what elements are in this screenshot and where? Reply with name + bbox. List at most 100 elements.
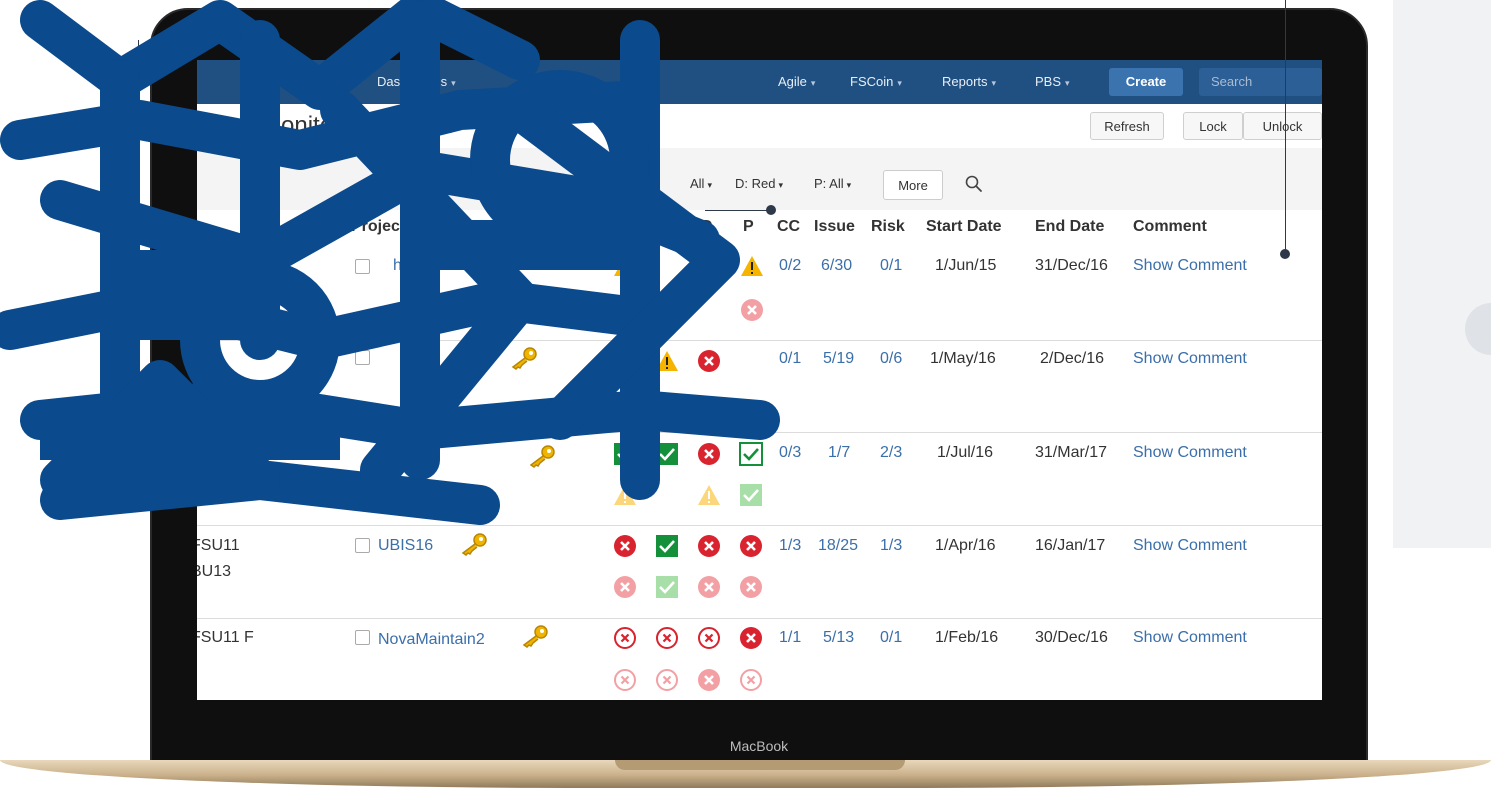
refresh-button[interactable]: Refresh bbox=[1090, 112, 1164, 140]
header-p[interactable]: P bbox=[743, 218, 754, 236]
error-icon bbox=[698, 669, 720, 691]
error-outline-icon bbox=[698, 627, 720, 649]
device-label: MacBook bbox=[729, 738, 789, 754]
create-button[interactable]: Create bbox=[1109, 68, 1183, 96]
chevron-down-icon: ▾ bbox=[810, 78, 816, 88]
nav-item-reports[interactable]: Reports ▾ bbox=[942, 60, 996, 104]
nav-item-fi20[interactable]: FI2.0 bbox=[325, 60, 355, 104]
header-comment[interactable]: Comment bbox=[1133, 218, 1207, 236]
issue-value[interactable]: 6/30 bbox=[821, 257, 852, 275]
lock-button[interactable]: Lock bbox=[1183, 112, 1243, 140]
check-icon bbox=[656, 443, 678, 465]
project-code-link[interactable]: NovaMaintain2 bbox=[378, 631, 485, 649]
show-comment-link[interactable]: Show Comment bbox=[1133, 537, 1247, 555]
chevron-down-icon: ▾ bbox=[1065, 78, 1070, 88]
error-outline-icon bbox=[740, 669, 762, 691]
issue-value[interactable]: 5/19 bbox=[823, 350, 854, 368]
cc-value[interactable]: 0/1 bbox=[779, 350, 801, 368]
header-issue[interactable]: Issue bbox=[814, 218, 855, 236]
side-panel bbox=[1393, 0, 1491, 548]
risk-value[interactable]: 0/1 bbox=[880, 629, 902, 647]
key-icon[interactable] bbox=[465, 252, 495, 276]
issue-value[interactable]: 1/7 bbox=[828, 444, 850, 462]
show-comment-link[interactable]: Show Comment bbox=[1133, 257, 1247, 275]
project-code-link[interactable]: west bbox=[457, 352, 490, 370]
filter-all[interactable]: All ▾ bbox=[690, 176, 712, 191]
show-comment-link[interactable]: Show Comment bbox=[1133, 444, 1247, 462]
nav-item-fscoin[interactable]: FSCoin ▾ bbox=[850, 60, 902, 104]
cc-value[interactable]: 0/3 bbox=[779, 444, 801, 462]
group-code: F bbox=[197, 352, 199, 370]
error-icon bbox=[740, 535, 762, 557]
more-button[interactable]: More bbox=[883, 170, 943, 200]
risk-value[interactable]: 1/3 bbox=[880, 537, 902, 555]
filter-d-red[interactable]: D: Red ▾ bbox=[735, 176, 783, 191]
row-divider bbox=[197, 340, 1322, 341]
error-outline-icon bbox=[614, 669, 636, 691]
show-comment-link[interactable]: Show Comment bbox=[1133, 629, 1247, 647]
header-d[interactable]: D bbox=[701, 218, 713, 236]
row-checkbox[interactable] bbox=[355, 350, 370, 365]
top-navbar: FI2.0 Dashboards ▾ Agile ▾ FSCoin ▾ Reports… bbox=[197, 60, 1322, 104]
start-date: 1/May/16 bbox=[930, 350, 996, 367]
search-input[interactable]: Search bbox=[1199, 68, 1322, 96]
issue-value[interactable]: 18/25 bbox=[818, 537, 858, 555]
row-checkbox[interactable] bbox=[355, 538, 370, 553]
risk-value[interactable]: 0/1 bbox=[880, 257, 902, 275]
group-code: FSU11 F bbox=[197, 629, 254, 646]
callout-dot bbox=[1280, 249, 1290, 259]
project-code-link[interactable]: UBIS16 bbox=[378, 537, 433, 555]
issue-value[interactable]: 5/13 bbox=[823, 629, 854, 647]
end-date: 31/Mar/17 bbox=[1035, 444, 1108, 461]
chevron-down-icon: ▾ bbox=[846, 180, 852, 190]
end-date: 16/Jan/17 bbox=[1035, 537, 1106, 554]
chevron-down-icon: ▾ bbox=[778, 180, 783, 190]
title-bar: Monitoring Report Refresh Lock Unlock bbox=[197, 104, 1322, 149]
show-comment-link[interactable]: Show Comment bbox=[1133, 350, 1247, 368]
check-icon bbox=[740, 484, 762, 506]
risk-value[interactable]: 0/6 bbox=[880, 350, 902, 368]
row-checkbox[interactable] bbox=[355, 259, 370, 274]
cc-value[interactable]: 0/2 bbox=[779, 257, 801, 275]
project-code-link[interactable]: heetah bbox=[393, 257, 442, 275]
header-end-date[interactable]: End Date bbox=[1035, 218, 1104, 236]
unlock-button[interactable]: Unlock bbox=[1243, 112, 1322, 140]
header-start-date[interactable]: Start Date bbox=[926, 218, 1002, 236]
cc-value[interactable]: 1/3 bbox=[779, 537, 801, 555]
page-title: Monitoring Report bbox=[261, 112, 452, 139]
error-icon bbox=[614, 576, 636, 598]
error-outline-icon bbox=[656, 669, 678, 691]
title-divider bbox=[567, 104, 568, 148]
risk-value[interactable]: 2/3 bbox=[880, 444, 902, 462]
check-icon bbox=[656, 535, 678, 557]
filter-p-all[interactable]: P: All ▾ bbox=[814, 176, 851, 191]
row-checkbox[interactable] bbox=[355, 630, 370, 645]
header-risk[interactable]: Risk bbox=[871, 218, 905, 236]
key-icon[interactable] bbox=[520, 624, 550, 648]
start-date: 1/Feb/16 bbox=[935, 629, 999, 646]
error-icon bbox=[741, 299, 763, 321]
key-icon[interactable] bbox=[459, 532, 489, 556]
error-icon bbox=[698, 535, 720, 557]
nav-item-pbs[interactable]: PBS ▾ bbox=[1035, 60, 1070, 104]
error-icon bbox=[698, 443, 720, 465]
callout-line bbox=[138, 40, 139, 131]
nav-item-dashboards[interactable]: Dashboards ▾ bbox=[377, 60, 456, 104]
nav-item-agile[interactable]: Agile ▾ bbox=[778, 60, 815, 104]
row-divider bbox=[197, 618, 1322, 619]
check-icon bbox=[614, 443, 636, 465]
select-all-checkbox[interactable] bbox=[323, 221, 338, 236]
header-q[interactable]: Q bbox=[617, 218, 629, 236]
chevron-down-icon: ▾ bbox=[451, 78, 456, 88]
key-icon[interactable] bbox=[527, 444, 557, 468]
key-icon[interactable] bbox=[509, 346, 539, 370]
warning-icon bbox=[614, 256, 636, 276]
end-date: 30/Dec/16 bbox=[1035, 629, 1108, 646]
error-outline-icon bbox=[656, 627, 678, 649]
search-icon[interactable] bbox=[964, 174, 984, 194]
cc-value[interactable]: 1/1 bbox=[779, 629, 801, 647]
header-cc[interactable]: CC bbox=[777, 218, 800, 236]
warning-icon bbox=[614, 485, 636, 505]
header-project-code[interactable]: Project Code bbox=[351, 218, 450, 236]
check-icon bbox=[739, 442, 763, 466]
